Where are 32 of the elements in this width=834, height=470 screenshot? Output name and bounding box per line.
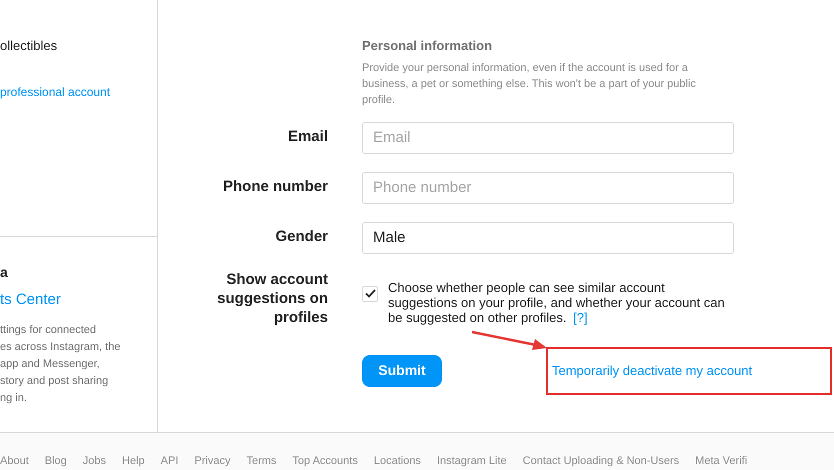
accounts-center-description: ttings for connected es across Instagram, the app and Messenger, story and post sharing ng in. (0, 322, 122, 406)
accounts-center-link[interactable]: ts Center (0, 289, 157, 312)
footer-link[interactable]: Blog (44, 453, 67, 470)
footer-link[interactable]: Terms (246, 453, 276, 470)
footer-link[interactable]: Locations (374, 453, 421, 470)
section-description: Provide your personal information, even if the account is used for a business, a pet or something else. This won't be a part of your public profile. (362, 60, 697, 108)
checkbox[interactable] (362, 286, 378, 302)
section-title: Personal information (362, 37, 494, 55)
footer-link[interactable]: Contact Uploading & Non-Users (522, 453, 680, 470)
footer-link[interactable]: Top Accounts (292, 453, 358, 470)
field-label: Phone number (222, 177, 328, 198)
sidebar-link[interactable]: professional account (0, 82, 157, 100)
deactivate-link[interactable]: Temporarily deactivate my account (552, 360, 752, 380)
footer-link[interactable]: Help (122, 453, 145, 470)
input-field[interactable]: Male (362, 222, 734, 254)
sidebar-item[interactable]: ollectibles (0, 36, 157, 56)
footer-link[interactable]: About (0, 453, 29, 470)
input-field[interactable]: Email (362, 122, 734, 154)
help-link[interactable]: [?] (573, 310, 588, 324)
field-label: Email (286, 127, 328, 148)
footer-link[interactable]: Jobs (82, 453, 106, 470)
accounts-center-heading: a (0, 263, 9, 281)
field-label: Gender (274, 227, 328, 248)
footer-link[interactable]: Meta Verifi (695, 453, 748, 470)
footer-link[interactable]: API (160, 453, 178, 470)
checkmark-icon (364, 289, 376, 298)
suggestions-description: Choose whether people can see similar account suggestions on your profile, and whether your account can be suggested on other profiles. [?] (388, 280, 726, 324)
submit-button[interactable]: Submit (362, 354, 442, 386)
field-label: Show account suggestions on profiles (216, 270, 328, 326)
footer-link[interactable]: Instagram Lite (436, 453, 507, 470)
footer-link[interactable]: Privacy (194, 453, 230, 470)
input-field[interactable]: Phone number (362, 172, 734, 204)
